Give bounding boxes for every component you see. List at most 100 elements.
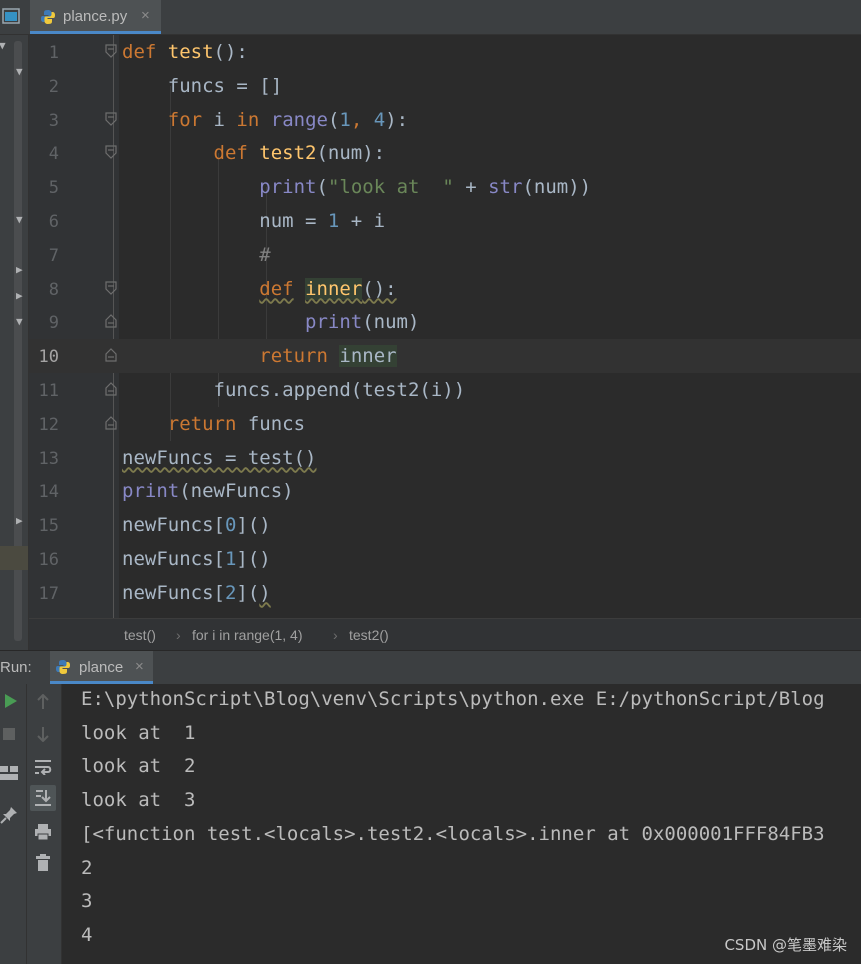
fold-marker-icon[interactable]	[105, 280, 117, 295]
line-number: 17	[38, 583, 59, 604]
code-line[interactable]: 9 print(num)	[29, 305, 861, 339]
soft-wrap-icon[interactable]	[34, 759, 52, 775]
code-line[interactable]: 13 newFuncs = test()	[29, 441, 861, 475]
collapse-triangle-icon[interactable]: ▶	[16, 289, 23, 302]
code-line[interactable]: 12 return funcs	[29, 407, 861, 441]
code-line[interactable]: 10 return inner	[29, 339, 861, 374]
project-window-icon[interactable]	[2, 8, 20, 24]
console-line: look at 2	[81, 755, 196, 778]
code-line[interactable]: 8 def inner():	[29, 272, 861, 306]
code-token: 1	[339, 108, 351, 131]
fold-marker-icon[interactable]	[105, 111, 117, 126]
line-number: 8	[48, 279, 59, 300]
code-line[interactable]: 17 newFuncs[2]()	[29, 576, 861, 610]
code-token: def	[213, 142, 260, 165]
code-text: #	[122, 244, 270, 266]
fold-marker-icon[interactable]	[105, 44, 117, 58]
code-line[interactable]: 4 def test2(num):	[29, 136, 861, 170]
code-line[interactable]: 3 for i in range(1, 4):	[29, 103, 861, 137]
collapse-triangle-icon[interactable]: ▶	[16, 514, 23, 527]
code-token: in	[236, 108, 260, 131]
code-line[interactable]: 16 newFuncs[1]()	[29, 542, 861, 576]
code-token: (newFuncs)	[179, 480, 294, 503]
line-number: 5	[48, 178, 59, 199]
code-text: return inner	[122, 345, 397, 368]
arrow-up-icon[interactable]	[36, 694, 50, 710]
tab-plance-py[interactable]: plance.py ×	[30, 0, 161, 34]
code-token: + i	[339, 210, 386, 232]
tab-close-icon[interactable]: ×	[141, 7, 150, 24]
code-text: newFuncs[2]()	[122, 582, 271, 604]
code-token: return	[167, 412, 237, 435]
run-toolbar-right	[27, 684, 62, 964]
run-tab-close-icon[interactable]: ×	[135, 658, 144, 675]
code-line[interactable]: 7 #	[29, 238, 861, 272]
code-token: ](	[236, 581, 260, 604]
code-token: def	[259, 277, 294, 300]
breadcrumb-item[interactable]: for i in range(1, 4)	[192, 627, 303, 643]
code-text: for i in range(1, 4):	[122, 109, 408, 131]
code-line[interactable]: 6 num = 1 + i	[29, 204, 861, 238]
code-token: test	[167, 41, 214, 63]
code-token: (num)	[362, 311, 420, 334]
layout-icon[interactable]	[0, 766, 18, 780]
expand-triangle-icon[interactable]: ▼	[16, 213, 23, 226]
code-text: def inner():	[122, 277, 397, 300]
code-text: newFuncs[1]()	[122, 548, 271, 570]
breadcrumb-item[interactable]: test2()	[349, 627, 389, 643]
pin-icon[interactable]	[0, 806, 18, 824]
expand-triangle-icon[interactable]: ▼	[16, 315, 23, 328]
fold-marker-icon[interactable]	[105, 415, 117, 430]
code-token: ():	[362, 277, 397, 300]
code-line[interactable]: 14 print(newFuncs)	[29, 474, 861, 508]
line-number: 11	[38, 381, 59, 401]
code-line[interactable]: 15 newFuncs[0]()	[29, 508, 861, 542]
code-line[interactable]: 5 print("look at " + str(num))	[29, 170, 861, 204]
code-token: ]()	[236, 548, 271, 570]
expand-triangle-icon[interactable]: ▼	[16, 65, 23, 78]
code-text: def test2(num):	[122, 142, 386, 165]
code-token: (	[327, 108, 340, 131]
collapse-triangle-icon[interactable]: ▶	[16, 263, 23, 276]
breadcrumb-item[interactable]: test()	[124, 627, 156, 643]
print-icon[interactable]	[34, 823, 52, 841]
code-token: print	[259, 176, 317, 199]
code-token: "look at "	[327, 176, 454, 199]
code-text: print("look at " + str(num))	[122, 176, 591, 198]
console-line: 4	[81, 923, 93, 946]
stop-icon[interactable]	[2, 727, 16, 741]
trash-icon[interactable]	[35, 854, 51, 872]
line-number: 4	[48, 144, 59, 165]
expand-triangle-icon[interactable]: ▼	[0, 39, 6, 52]
run-console-output[interactable]: E:\pythonScript\Blog\venv\Scripts\python…	[62, 684, 861, 964]
code-text: print(newFuncs)	[122, 480, 294, 502]
line-number: 13	[38, 448, 59, 469]
code-token: ():	[213, 41, 248, 63]
code-token: test2	[259, 142, 317, 165]
fold-marker-icon[interactable]	[105, 314, 117, 328]
code-token: (	[316, 176, 328, 199]
code-token: range	[270, 108, 328, 131]
run-label: Run:	[0, 659, 32, 676]
code-line[interactable]: 11 funcs.append(test2(i))	[29, 373, 861, 407]
code-token: num =	[122, 210, 328, 232]
console-line: [<function test.<locals>.test2.<locals>.…	[81, 822, 825, 845]
breadcrumb-separator-icon: ›	[333, 627, 338, 643]
scroll-to-end-icon	[35, 790, 51, 806]
run-tab-plance[interactable]: plance ×	[50, 651, 153, 684]
code-editor[interactable]: 1 def test(): 2 funcs = [] 3 for i in range…	[29, 35, 861, 618]
code-token: 4	[373, 108, 386, 131]
fold-marker-icon[interactable]	[105, 145, 117, 160]
fold-marker-icon[interactable]	[105, 348, 117, 362]
arrow-down-icon[interactable]	[36, 726, 50, 742]
code-line[interactable]: 2 funcs = []	[29, 69, 861, 103]
fold-marker-icon[interactable]	[105, 382, 117, 396]
code-line[interactable]: 1 def test():	[29, 35, 861, 69]
python-file-icon	[56, 660, 70, 674]
run-icon[interactable]	[2, 693, 18, 709]
scroll-to-end-button[interactable]	[30, 785, 56, 811]
code-token: inner	[339, 345, 397, 368]
